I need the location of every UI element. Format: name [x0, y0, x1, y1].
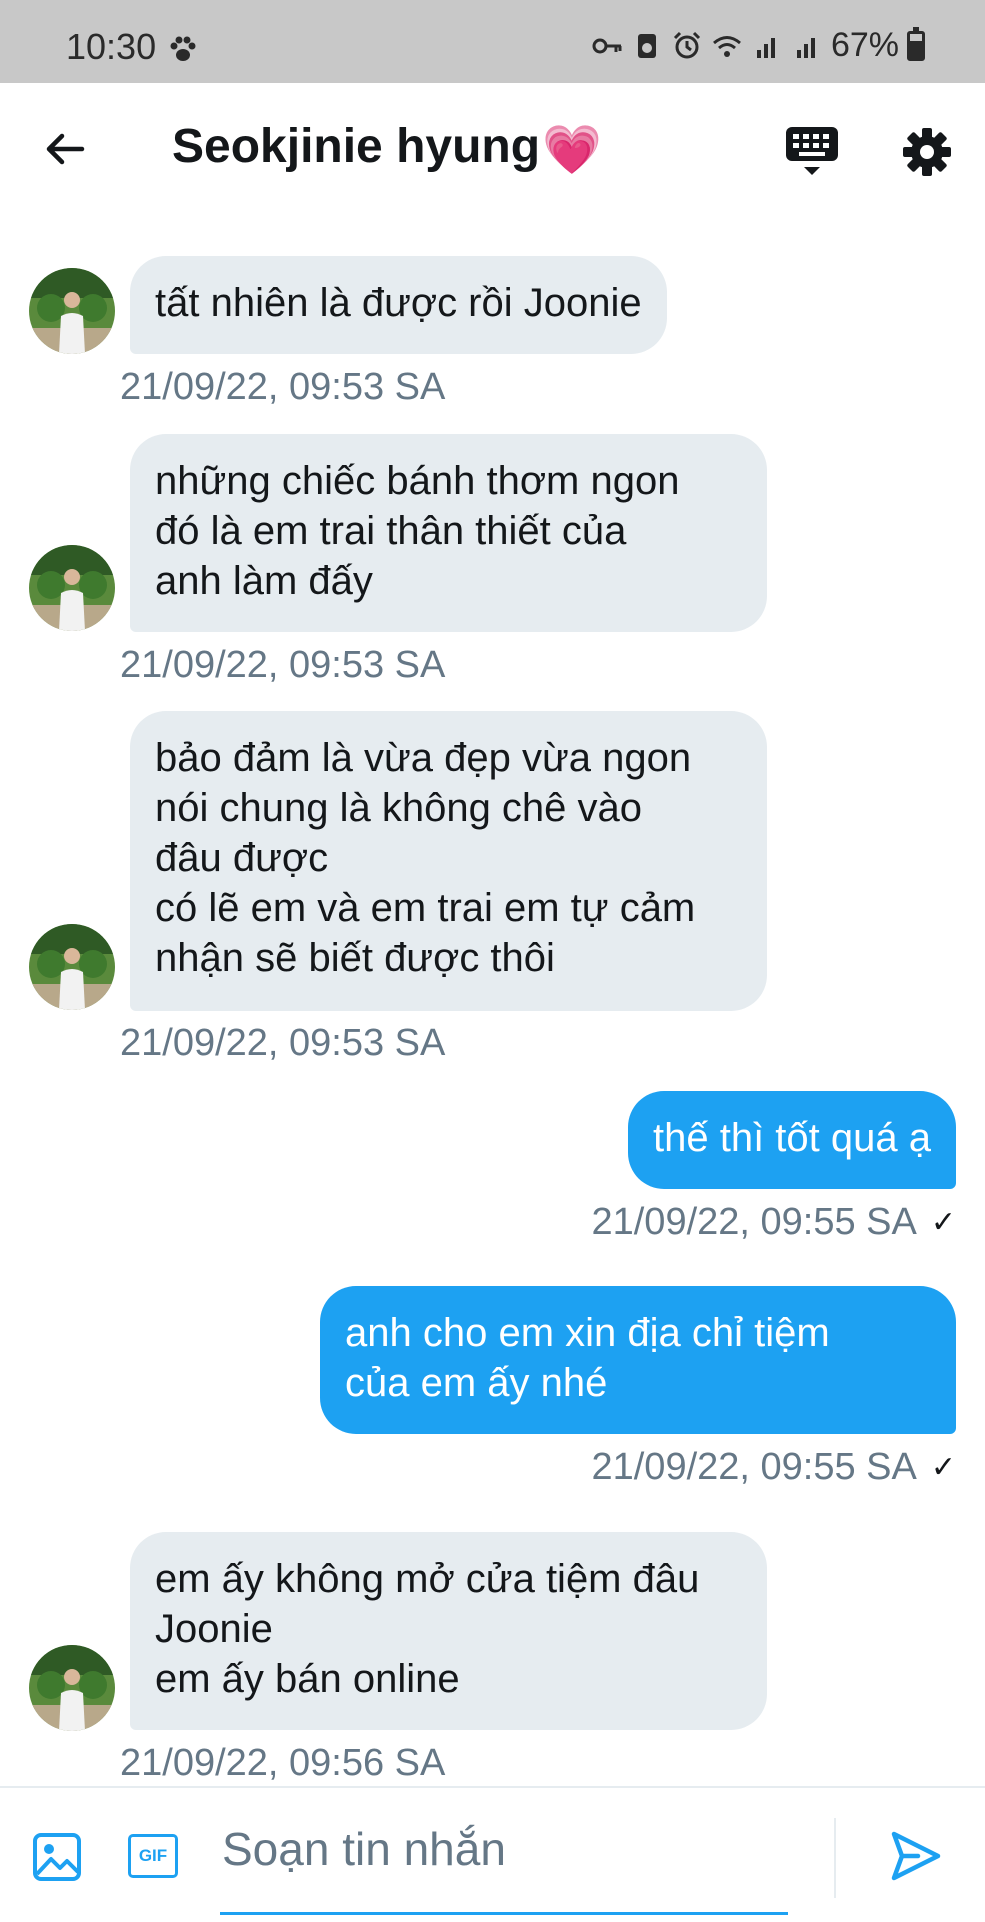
message-timestamp: 21/09/22, 09:56 SA [120, 1742, 446, 1784]
timestamp-text: 21/09/22, 09:55 SA [591, 1201, 917, 1243]
message-bubble[interactable]: em ấy không mở cửa tiệm đâu Joonie em ấy… [130, 1532, 767, 1730]
conversation-title: Seokjinie hyung💗 [172, 119, 602, 178]
save-data-icon [637, 33, 656, 58]
avatar[interactable] [29, 924, 115, 1010]
contact-name: Seokjinie hyung [172, 120, 541, 173]
alarm-icon [673, 31, 700, 58]
avatar-image [29, 268, 115, 354]
message-timestamp: 21/09/22, 09:55 SA ✓ [591, 1446, 956, 1489]
avatar[interactable] [29, 545, 115, 631]
key-icon [592, 38, 622, 53]
wifi-icon [712, 35, 741, 57]
timestamp-text: 21/09/22, 09:55 SA [591, 1446, 917, 1488]
back-arrow-icon[interactable] [42, 125, 90, 173]
message-input[interactable] [220, 1818, 792, 1880]
battery-icon [907, 26, 925, 61]
avatar-image [29, 1645, 115, 1731]
message-timestamp: 21/09/22, 09:55 SA ✓ [591, 1201, 956, 1244]
message-bubble[interactable]: thế thì tốt quá ạ [628, 1091, 956, 1189]
avatar-image [29, 545, 115, 631]
send-icon[interactable] [888, 1828, 944, 1884]
sent-check-icon: ✓ [930, 1206, 956, 1239]
signal-icon-1 [756, 37, 775, 58]
gif-icon[interactable]: GIF [128, 1834, 178, 1878]
message-bubble[interactable]: bảo đảm là vừa đẹp vừa ngon nói chung là… [130, 711, 767, 1011]
avatar[interactable] [29, 1645, 115, 1731]
message-bubble[interactable]: những chiếc bánh thơm ngon đó là em trai… [130, 434, 767, 632]
heart-emoji: 💗 [542, 123, 602, 177]
message-bubble[interactable]: anh cho em xin địa chỉ tiệm của em ấy nh… [320, 1286, 956, 1434]
image-icon[interactable] [32, 1832, 82, 1882]
input-underline [220, 1912, 788, 1915]
message-composer: GIF [0, 1786, 985, 1922]
status-bar: 10:30 67% [0, 0, 985, 83]
battery-percent: 67% [830, 26, 899, 64]
signal-icon-2 [796, 37, 815, 58]
message-timestamp: 21/09/22, 09:53 SA [120, 366, 446, 408]
avatar-image [29, 924, 115, 1010]
message-timestamp: 21/09/22, 09:53 SA [120, 644, 446, 686]
sent-check-icon: ✓ [930, 1451, 956, 1484]
keyboard-icon[interactable] [784, 123, 840, 179]
composer-divider [834, 1818, 836, 1898]
message-bubble[interactable]: tất nhiên là được rồi Joonie [130, 256, 667, 354]
conversation-header: Seokjinie hyung💗 [0, 83, 985, 218]
status-icons: 67% [591, 26, 925, 65]
paw-icon [170, 36, 196, 61]
gear-icon[interactable] [902, 127, 952, 177]
status-time: 10:30 [66, 26, 157, 67]
avatar[interactable] [29, 268, 115, 354]
message-timestamp: 21/09/22, 09:53 SA [120, 1022, 446, 1064]
